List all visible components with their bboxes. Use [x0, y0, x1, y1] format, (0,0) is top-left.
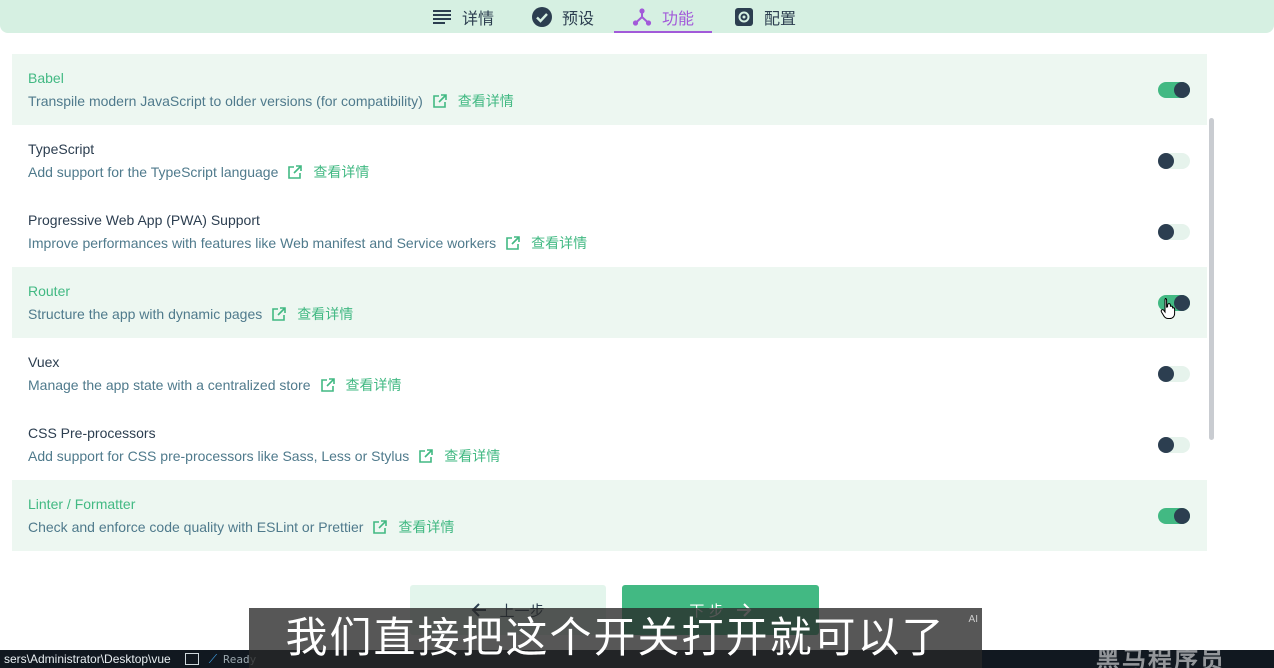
more-info-link[interactable]: 查看详情 [320, 375, 402, 395]
current-directory: sers\Administrator\Desktop\vue [4, 652, 171, 666]
more-info-label: 查看详情 [345, 377, 402, 393]
feature-description: Improve performances with features like … [28, 233, 587, 253]
toggle-knob [1174, 82, 1190, 98]
external-link-icon [320, 378, 335, 392]
more-info-label: 查看详情 [313, 164, 370, 180]
toggle-pwa[interactable] [1158, 224, 1190, 240]
more-info-label: 查看详情 [398, 519, 455, 535]
feature-description: Check and enforce code quality with ESLi… [28, 517, 454, 537]
external-link-icon [373, 520, 388, 534]
settings-icon [734, 7, 754, 27]
feature-name: CSS Pre-processors [28, 425, 156, 441]
toggle-knob [1174, 508, 1190, 524]
list-icon [432, 7, 452, 27]
feature-description: Add support for the TypeScript language … [28, 162, 369, 182]
more-info-label: 查看详情 [457, 93, 514, 109]
more-info-link[interactable]: 查看详情 [432, 91, 514, 111]
toggle-vuex[interactable] [1158, 366, 1190, 382]
feature-name: Linter / Formatter [28, 496, 136, 512]
hand-cursor-icon [1160, 298, 1176, 319]
feature-row-router[interactable]: Router Structure the app with dynamic pa… [12, 267, 1207, 338]
feature-row-vuex[interactable]: Vuex Manage the app state with a central… [12, 338, 1207, 409]
more-info-label: 查看详情 [444, 448, 501, 464]
check-circle-icon [532, 6, 552, 27]
feature-description-text: Manage the app state with a centralized … [28, 377, 311, 393]
feature-description: Add support for CSS pre-processors like … [28, 446, 500, 466]
toggle-knob [1158, 224, 1174, 240]
external-link-icon [419, 449, 434, 463]
scrollbar[interactable] [1209, 118, 1214, 440]
subtitle-text: 我们直接把这个开关打开就可以了 [285, 614, 946, 661]
tab-features[interactable]: 功能 [613, 0, 713, 33]
tab-label: 预设 [562, 10, 595, 28]
toggle-typescript[interactable] [1158, 153, 1190, 169]
feature-description-text: Add support for the TypeScript language [28, 164, 279, 180]
feature-description: Manage the app state with a centralized … [28, 375, 402, 395]
watermark: 黑马程序员 [1096, 647, 1226, 668]
toggle-knob [1158, 437, 1174, 453]
more-info-label: 查看详情 [297, 306, 354, 322]
more-info-link[interactable]: 查看详情 [372, 517, 454, 537]
feature-name: Router [28, 283, 71, 299]
feature-name: Progressive Web App (PWA) Support [28, 212, 260, 228]
more-info-link[interactable]: 查看详情 [287, 162, 369, 182]
feature-name: Babel [28, 70, 64, 86]
feature-description: Structure the app with dynamic pages 查看详… [28, 304, 353, 324]
feature-row-pwa[interactable]: Progressive Web App (PWA) Support Improv… [12, 196, 1207, 267]
feature-description-text: Structure the app with dynamic pages [28, 306, 263, 322]
feature-row-linter[interactable]: Linter / Formatter Check and enforce cod… [12, 480, 1207, 551]
video-subtitle: 我们直接把这个开关打开就可以了 AI [249, 608, 982, 668]
toggle-linter[interactable] [1158, 508, 1190, 524]
feature-description: Transpile modern JavaScript to older ver… [28, 91, 514, 111]
more-info-label: 查看详情 [531, 235, 588, 251]
external-link-icon [288, 165, 303, 179]
toggle-css-preprocessors[interactable] [1158, 437, 1190, 453]
toggle-babel[interactable] [1158, 82, 1190, 98]
feature-description-text: Transpile modern JavaScript to older ver… [28, 93, 423, 109]
feature-row-css-preprocessors[interactable]: CSS Pre-processors Add support for CSS p… [12, 409, 1207, 480]
toggle-knob [1158, 366, 1174, 382]
external-link-icon [506, 236, 520, 250]
tab-label: 功能 [662, 10, 695, 28]
tab-label: 配置 [764, 10, 797, 28]
more-info-link[interactable]: 查看详情 [271, 304, 353, 324]
tab-config[interactable]: 配置 [734, 0, 796, 33]
more-info-link[interactable]: 查看详情 [418, 446, 500, 466]
fork-icon [632, 7, 652, 27]
feature-row-babel[interactable]: Babel Transpile modern JavaScript to old… [12, 54, 1207, 125]
feature-description-text: Improve performances with features like … [28, 235, 497, 251]
tab-presets[interactable]: 预设 [532, 0, 594, 33]
terminal-icon[interactable] [184, 653, 199, 665]
ai-badge: AI [968, 614, 978, 625]
feature-description-text: Check and enforce code quality with ESLi… [28, 519, 364, 535]
feature-name: TypeScript [28, 141, 95, 157]
feature-description-text: Add support for CSS pre-processors like … [28, 448, 410, 464]
feature-row-typescript[interactable]: TypeScript Add support for the TypeScrip… [12, 125, 1207, 196]
tab-label: 详情 [462, 10, 495, 28]
feature-name: Vuex [28, 354, 60, 370]
external-link-icon [272, 307, 287, 321]
more-info-link[interactable]: 查看详情 [505, 233, 587, 253]
toggle-knob [1158, 153, 1174, 169]
top-tab-bar: 详情 预设 功能 配置 [0, 0, 1274, 33]
feature-list: Babel Transpile modern JavaScript to old… [12, 54, 1207, 551]
external-link-icon [432, 94, 447, 108]
feather-icon: ⟋ [208, 651, 218, 666]
toggle-knob [1174, 295, 1190, 311]
tab-details[interactable]: 详情 [432, 0, 494, 33]
